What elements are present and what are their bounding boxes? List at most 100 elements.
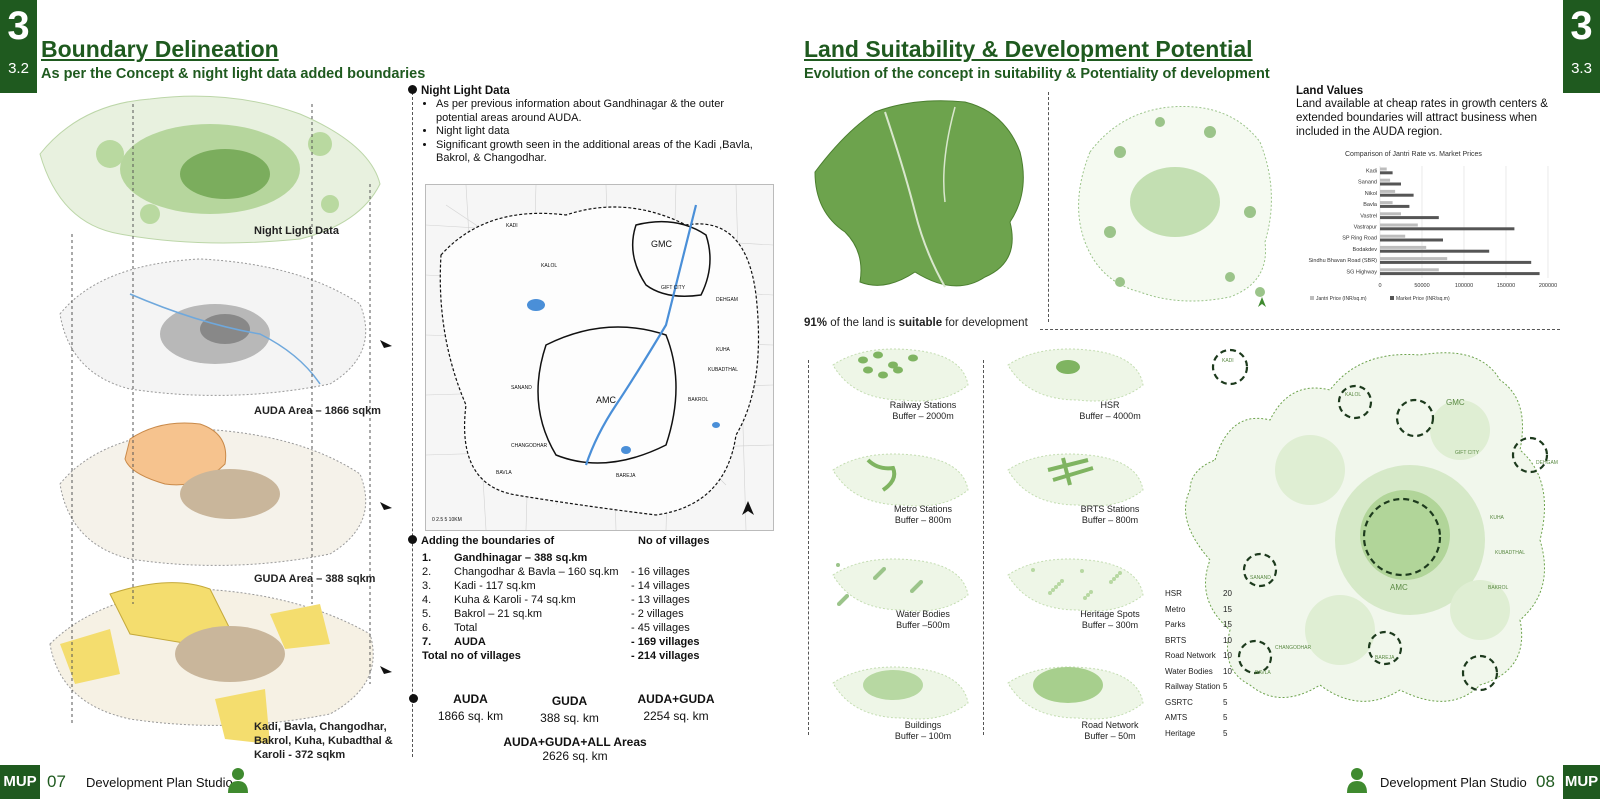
night-light-block: Night Light Data As per previous informa… [408,85,753,166]
chart-legend-label: Jantri Price (INR/sq.m) [1316,296,1367,302]
land-values-block: Land Values Land available at cheap rate… [1296,85,1558,139]
chart-title: Comparison of Jantri Rate vs. Market Pri… [1345,151,1482,158]
buffer-railway-mark [893,366,903,374]
buffer-heritage-mark [1086,593,1090,597]
chart-bar [1380,260,1532,264]
chart-bar [1380,189,1396,193]
legend-row: Parks 15 [1165,620,1232,629]
chart-category-label: Sindhu Bhavan Road (SBR) [1309,258,1378,264]
map-label-sanand: SANAND [511,385,532,391]
table-row: 2. Changodhar & Bavla – 160 sq.km - 16 vil… [422,566,690,578]
potential-label-amc: AMC [1390,583,1408,592]
buffer-heritage-mark [1083,596,1087,600]
chart-tick-label: 0 [1378,283,1381,289]
buffer-water-mark [845,594,849,598]
buffer-railway-mark [878,371,888,379]
pointer-arrow-icon [380,666,392,674]
buffer-label-heritage: Heritage Spots Buffer – 300m [1080,609,1140,630]
chart-category-label: Nikol [1365,191,1377,197]
night-light-layer [39,95,381,244]
chart-bar [1380,257,1448,261]
footer-page-number: 08 [1536,772,1555,791]
buffer-railway-mark [908,354,918,362]
buffer-map-outline [832,348,969,402]
chart-tick-label: 50000 [1414,283,1429,289]
villages-heading: Adding the boundaries of [421,535,555,547]
bullet-icon [408,535,417,544]
page-subtitle: Evolution of the concept in suitability … [804,66,1270,82]
map-label-bareja: BAREJA [616,473,636,479]
section-tab-right: 3 3.3 [1563,0,1600,93]
chart-category-label: Bavla [1363,202,1378,208]
buffer-heritage-mark [1060,579,1064,583]
footer-page-number: 07 [47,772,66,791]
buffer-heritage-mark [1048,591,1052,595]
map-scale-bar: 0 2.5 5 10KM [432,517,462,523]
guda-layer [59,422,367,566]
buffer-roads-mark [1033,667,1103,703]
chart-category-label: SG Highway [1346,269,1377,275]
growth-centers-map [1078,105,1272,307]
legend-row: Road Network 10 [1165,651,1232,660]
divider-horizontal [1040,329,1560,330]
buffer-label-water: Water Bodies Buffer –500m [896,609,950,630]
suitability-map [814,100,1024,288]
potential-label-kubadthal: KUBADTHAL [1495,550,1526,556]
map-label-changodhar: CHANGODHAR [511,443,548,449]
person-icon [1347,768,1367,793]
buffer-map-outline [1007,348,1144,402]
chart-legend-swatch [1310,296,1314,300]
chart-bar [1380,178,1391,182]
bullet-icon [409,694,418,703]
buffer-buildings-mark [863,670,923,700]
map-label-bavla: BAVLA [496,470,512,476]
land-values-heading: Land Values [1296,85,1364,97]
night-light-heading: Night Light Data [421,85,510,97]
potential-label-changodhar: CHANGODHAR [1275,645,1312,651]
pointer-arrow-icon [380,340,392,348]
chart-bar [1380,227,1515,231]
buffer-label-metro: Metro Stations Buffer – 800m [893,504,953,525]
area-guda: GUDA 388 sq. km [540,694,599,725]
north-arrow-icon [742,501,754,515]
table-row: 5. Bakrol – 21 sq.km - 2 villages [422,608,684,620]
table-row: 4. Kuha & Karoli - 74 sq.km - 13 villages [422,594,690,606]
chart-category-label: Sanand [1358,180,1377,186]
layer-label-guda: GUDA Area – 388 sqkm [254,573,376,585]
chart-legend-swatch [1390,296,1394,300]
potential-label-gmc: GMC [1446,398,1465,407]
chart-tick-label: 100000 [1455,283,1473,289]
chart-bar [1380,201,1393,205]
person-icon [228,768,248,793]
legend-row: Water Bodies 10 [1165,666,1232,676]
map-label-kalol: KALOL [541,263,558,269]
layer-label-extended: Kadi, Bavla, Changodhar, Bakrol, Kuha, K… [254,721,393,761]
potential-label-kuha: KUHA [1490,515,1504,521]
pointer-arrow-icon [380,502,392,510]
buffer-heritage-mark [1115,574,1119,578]
potential-label-kadi: KADI [1222,358,1234,364]
buffer-heritage-mark [1080,569,1084,573]
potential-label-sanand: SANAND [1250,575,1271,581]
chart-bar [1380,216,1439,220]
section-number: 3 [1570,4,1593,48]
footer-badge-right: MUP [1563,765,1600,799]
villages-block: Adding the boundaries of No of villages … [408,535,748,663]
layer-label-night-light: Night Light Data [254,225,339,237]
potential-label-gift: GIFT CITY [1455,450,1480,456]
section-number: 3 [7,4,30,48]
map-label-bakrol: BAKROL [688,397,709,403]
chart-tick-label: 200000 [1539,283,1557,289]
north-arrow-icon [1258,297,1266,307]
auda-layer [59,258,367,396]
stacked-layers-illustration [0,84,410,764]
legend-row: GSRTC 5 [1165,697,1228,707]
buffer-heritage-mark [1057,582,1061,586]
villages-table: 1. Gandhinagar – 388 sq.km 2. Changodhar &… [422,551,700,663]
map-label-dehgam: DEHGAM [716,297,738,303]
chart-tick-label: 150000 [1497,283,1515,289]
chart-category-label: Kadi [1366,169,1377,175]
chart-category-label: Bodakdev [1353,247,1378,253]
buffer-map-outline [1007,558,1144,612]
legend-row: Metro 15 [1165,604,1232,614]
